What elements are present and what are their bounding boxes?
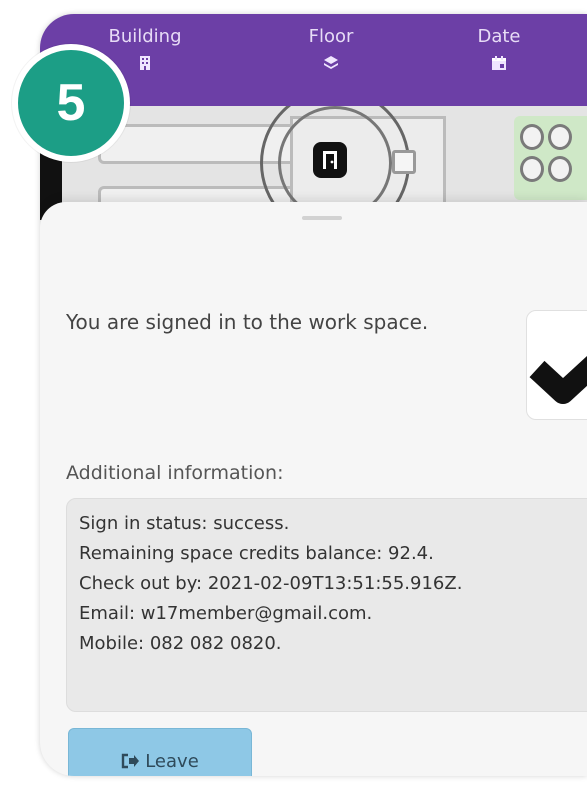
seat-icon bbox=[520, 156, 544, 182]
workspace-door-icon[interactable] bbox=[313, 142, 347, 178]
calendar-icon bbox=[492, 56, 506, 70]
bottom-sheet: You are signed in to the work space. Add… bbox=[40, 202, 587, 776]
sheet-grab-handle[interactable] bbox=[302, 216, 342, 220]
seat-icon bbox=[548, 124, 572, 150]
layers-icon bbox=[324, 56, 338, 69]
tab-date-label: Date bbox=[477, 26, 521, 47]
info-line: Mobile: 082 082 0820. bbox=[79, 633, 282, 654]
info-line: Check out by: 2021-02-09T13:51:55.916Z. bbox=[79, 573, 463, 594]
info-line: Remaining space credits balance: 92.4. bbox=[79, 543, 434, 564]
info-line: Sign in status: success. bbox=[79, 513, 290, 534]
tab-date[interactable]: Date bbox=[444, 26, 554, 71]
map-meeting-room bbox=[514, 116, 587, 200]
sign-out-icon bbox=[122, 753, 140, 769]
seat-icon bbox=[520, 124, 544, 150]
additional-info-box: Sign in status: success. Remaining space… bbox=[66, 498, 587, 712]
leave-button[interactable]: Leave bbox=[68, 728, 252, 776]
signed-in-message: You are signed in to the work space. bbox=[66, 310, 429, 334]
tab-floor[interactable]: Floor bbox=[276, 26, 386, 71]
tab-floor-label: Floor bbox=[308, 26, 354, 47]
building-icon bbox=[140, 56, 150, 70]
tab-building-label: Building bbox=[108, 26, 182, 47]
additional-info-label: Additional information: bbox=[66, 462, 284, 484]
map-seat bbox=[392, 150, 416, 174]
check-icon bbox=[526, 310, 587, 420]
step-number-badge: 5 bbox=[12, 44, 130, 162]
info-line: Email: w17member@gmail.com. bbox=[79, 603, 373, 624]
seat-icon bbox=[548, 156, 572, 182]
leave-button-label: Leave bbox=[145, 750, 199, 772]
